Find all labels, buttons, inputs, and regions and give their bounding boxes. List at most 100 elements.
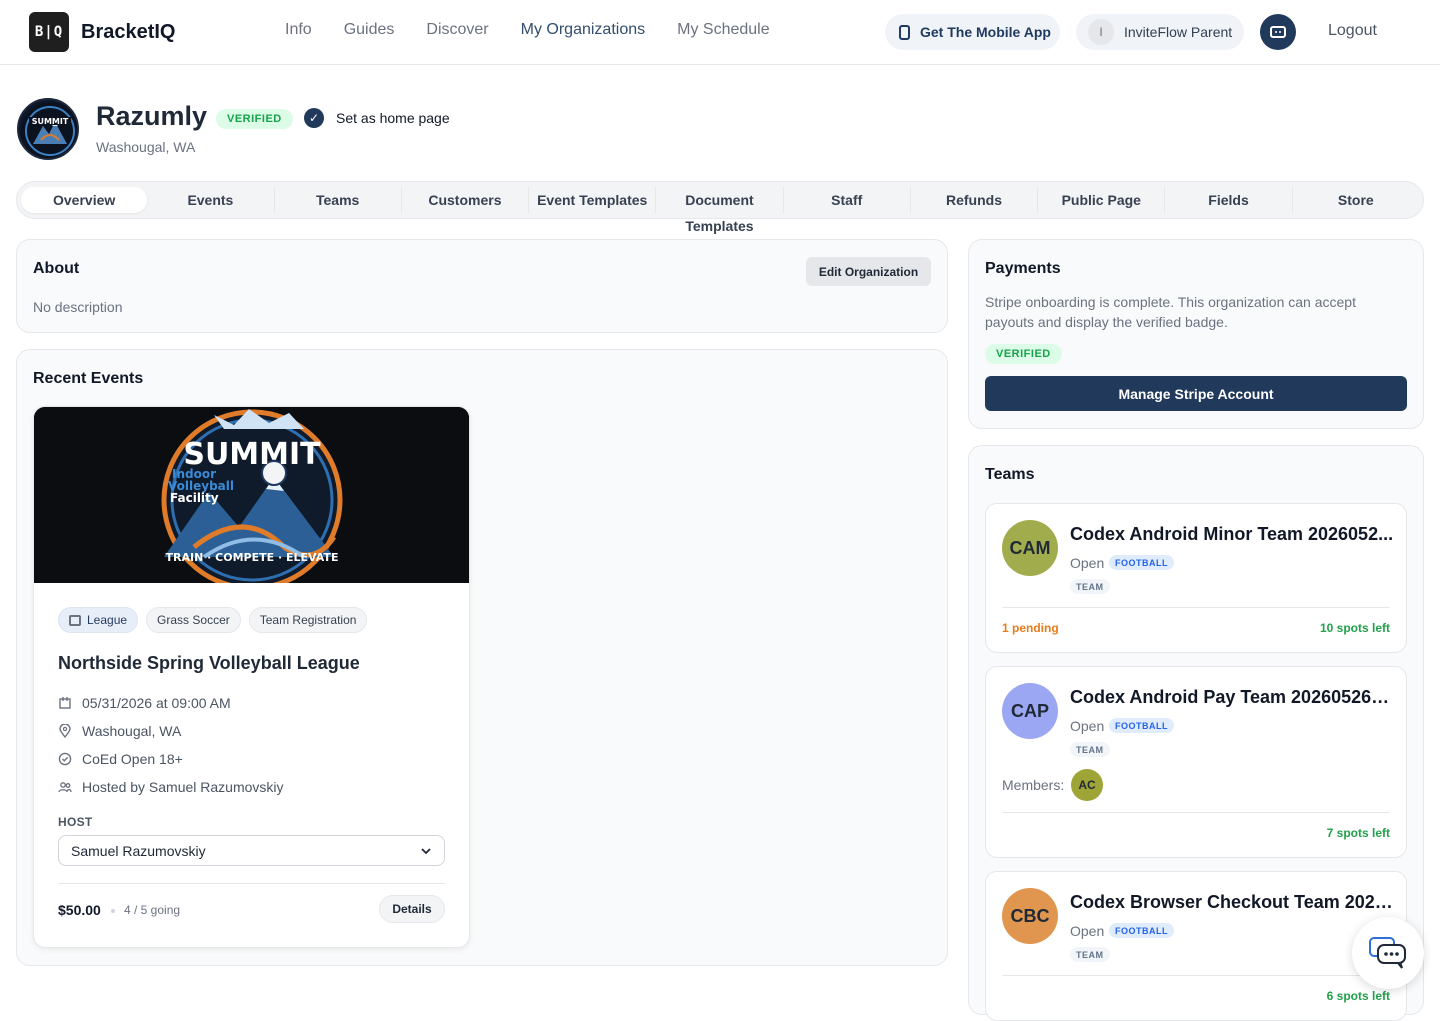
recent-events-title: Recent Events (33, 370, 144, 387)
top-nav: B|Q BracketIQ Info Guides Discover My Or… (0, 0, 1440, 65)
check-circle-icon (58, 752, 72, 766)
brand-name: BracketIQ (81, 20, 176, 43)
tab-store[interactable]: Store (1293, 187, 1419, 213)
tab-document-templates[interactable]: Document Templates (656, 187, 784, 234)
org-location: Washougal, WA (96, 139, 196, 155)
logout-link[interactable]: Logout (1328, 22, 1377, 40)
payments-text: Stripe onboarding is complete. This orga… (985, 294, 1356, 330)
manage-stripe-button[interactable]: Manage Stripe Account (985, 376, 1407, 411)
tab-staff[interactable]: Staff (784, 187, 911, 213)
event-datetime: 05/31/2026 at 09:00 AM (82, 695, 231, 711)
chat-button[interactable] (1352, 917, 1424, 989)
team-card[interactable]: CAM Codex Android Minor Team 2026052... … (985, 503, 1407, 653)
team-type-badge: TEAM (1070, 947, 1110, 962)
payments-verified-badge: VERIFIED (985, 344, 1062, 364)
hero-tagline: TRAIN · COMPETE · ELEVATE (166, 551, 339, 564)
users-icon (58, 782, 72, 793)
tab-events[interactable]: Events (147, 187, 275, 213)
user-avatar: I (1088, 19, 1114, 45)
nav-links: Info Guides Discover My Organizations My… (285, 21, 770, 39)
nav-link-discover[interactable]: Discover (426, 21, 488, 39)
team-divider (1002, 607, 1390, 608)
event-price: $50.00 (58, 902, 101, 918)
event-division: CoEd Open 18+ (82, 751, 183, 767)
team-card[interactable]: CBC Codex Browser Checkout Team 2026... … (985, 871, 1407, 1021)
team-type-badge: TEAM (1070, 742, 1110, 757)
event-divider (58, 883, 445, 884)
team-divider (1002, 812, 1390, 813)
event-datetime-row: 05/31/2026 at 09:00 AM (58, 695, 231, 711)
tab-teams[interactable]: Teams (275, 187, 402, 213)
separator-dot (111, 909, 115, 913)
event-card[interactable]: SUMMIT Indoor Volleyball Facility TRAIN … (33, 406, 470, 948)
team-avatar: CAM (1002, 520, 1058, 576)
tab-refunds[interactable]: Refunds (911, 187, 1039, 213)
user-name: InviteFlow Parent (1124, 24, 1233, 40)
payments-title: Payments (985, 260, 1061, 277)
about-title: About (33, 260, 80, 277)
nav-link-guides[interactable]: Guides (344, 21, 395, 39)
nav-link-my-organizations[interactable]: My Organizations (521, 21, 646, 39)
event-details-button[interactable]: Details (379, 895, 445, 923)
team-type-badge: TEAM (1070, 579, 1110, 594)
event-title[interactable]: Northside Spring Volleyball League (58, 653, 360, 674)
about-card: About Edit Organization No description (16, 239, 948, 333)
tab-overview[interactable]: Overview (21, 187, 148, 213)
event-division-row: CoEd Open 18+ (58, 751, 183, 767)
nav-link-info[interactable]: Info (285, 21, 312, 39)
get-mobile-app-button[interactable]: Get The Mobile App (885, 14, 1060, 50)
tab-fields[interactable]: Fields (1165, 187, 1293, 213)
event-location: Washougal, WA (82, 723, 182, 739)
chip-league-label: League (87, 613, 128, 627)
svg-text:SUMMIT: SUMMIT (32, 117, 69, 126)
calendar-icon (59, 697, 71, 709)
team-name[interactable]: Codex Android Pay Team 202605262... (1070, 687, 1396, 708)
team-divider (1002, 975, 1390, 976)
teams-card: Teams CAM Codex Android Minor Team 20260… (968, 445, 1424, 1021)
team-members-label: Members: (1002, 777, 1065, 793)
calendar-icon (69, 614, 81, 626)
team-name[interactable]: Codex Browser Checkout Team 2026... (1070, 892, 1396, 913)
team-spots-left: 7 spots left (1326, 826, 1390, 840)
team-card[interactable]: CAP Codex Android Pay Team 202605262... … (985, 666, 1407, 858)
chip-sport: Grass Soccer (146, 607, 241, 633)
chat-icon (1369, 937, 1406, 969)
brand-logo: B|Q (29, 12, 69, 52)
team-status: Open (1070, 555, 1105, 571)
org-avatar: SUMMIT (17, 98, 79, 160)
event-hero-image: SUMMIT Indoor Volleyball Facility TRAIN … (34, 407, 469, 591)
org-name: Razumly (96, 101, 208, 131)
about-description: No description (33, 299, 123, 315)
nav-link-my-schedule[interactable]: My Schedule (677, 21, 770, 39)
member-avatar[interactable]: AC (1071, 769, 1103, 801)
edit-organization-button[interactable]: Edit Organization (806, 257, 931, 286)
user-menu-button[interactable]: I InviteFlow Parent (1076, 14, 1244, 50)
robot-icon (1270, 26, 1286, 38)
chip-registration: Team Registration (248, 607, 368, 633)
event-host-row: Hosted by Samuel Razumovskiy (58, 779, 284, 795)
team-avatar: CBC (1002, 888, 1058, 944)
team-sport-badge: FOOTBALL (1109, 718, 1174, 733)
chevron-down-icon (421, 847, 431, 854)
org-tabs: Overview Events Teams Customers Event Te… (16, 181, 1424, 234)
hero-sub-3: Facility (170, 491, 219, 505)
team-sport-badge: FOOTBALL (1109, 923, 1174, 938)
event-chips: League Grass Soccer Team Registration (58, 607, 368, 633)
set-home-page-label[interactable]: Set as home page (336, 110, 450, 126)
get-mobile-app-label: Get The Mobile App (920, 24, 1051, 40)
event-going: 4 / 5 going (124, 903, 181, 917)
tab-event-templates[interactable]: Event Templates (529, 187, 657, 213)
host-select-value: Samuel Razumovskiy (71, 842, 206, 859)
host-select[interactable]: Samuel Razumovskiy (58, 835, 445, 866)
team-status: Open (1070, 923, 1105, 939)
org-verified-badge: VERIFIED (216, 109, 293, 129)
team-spots-left: 6 spots left (1326, 989, 1390, 1003)
tab-customers[interactable]: Customers (402, 187, 530, 213)
check-circle-icon[interactable]: ✓ (304, 108, 324, 128)
host-label: HOST (58, 815, 93, 829)
team-name[interactable]: Codex Android Minor Team 2026052... (1070, 524, 1396, 545)
event-hosted-by: Hosted by Samuel Razumovskiy (82, 779, 284, 795)
assistant-button[interactable] (1260, 14, 1296, 50)
brand[interactable]: B|Q BracketIQ (29, 12, 176, 52)
tab-public-page[interactable]: Public Page (1038, 187, 1166, 213)
